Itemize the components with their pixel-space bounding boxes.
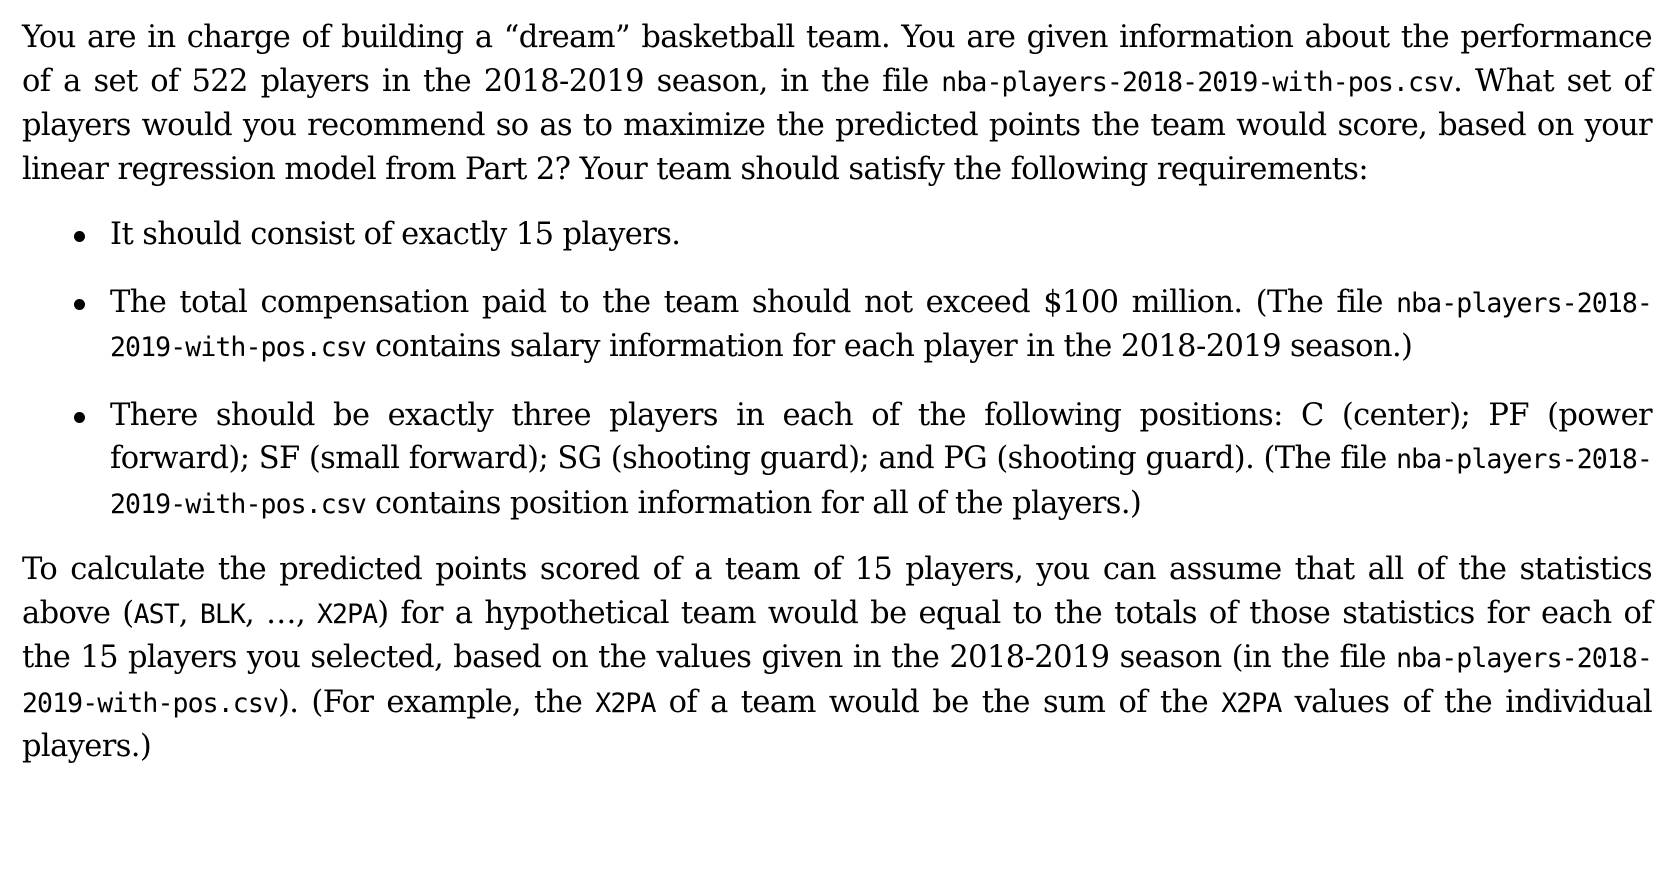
requirements-list: It should consist of exactly 15 players.… (22, 213, 1653, 527)
closing-text-5: ). (For example, the (277, 684, 596, 720)
bullet-dot-icon (74, 411, 85, 423)
stat-code-x2pa: X2PA (595, 687, 656, 719)
intro-filename: nba-players-2018-2019-with-pos.csv (941, 66, 1454, 98)
requirement-text: The total compensation paid to the team … (110, 284, 1397, 320)
bullet-dot-icon (74, 231, 85, 242)
intro-paragraph: You are in charge of building a “dream” … (22, 16, 1653, 191)
closing-paragraph: To calculate the predicted points scored… (22, 548, 1653, 769)
requirement-item-team-size: It should consist of exactly 15 players. (22, 213, 1652, 257)
document-page: You are in charge of building a “dream” … (22, 16, 1653, 769)
stat-code-ast: AST (133, 598, 180, 630)
stat-code-blk: BLK (199, 598, 246, 630)
requirement-text: contains salary information for each pla… (365, 329, 1413, 364)
requirement-text: It should consist of exactly 15 players. (110, 217, 681, 252)
requirement-item-positions: There should be exactly three players in… (22, 394, 1653, 527)
requirement-text: contains position information for all of… (365, 485, 1142, 521)
closing-text-2: , (178, 595, 200, 631)
closing-text-6: of a team would be the sum of the (655, 684, 1222, 720)
stat-code-x2pa: X2PA (1221, 687, 1282, 719)
bullet-dot-icon (74, 298, 85, 310)
stat-code-x2pa: X2PA (317, 598, 378, 630)
requirement-item-salary-cap: The total compensation paid to the team … (22, 281, 1653, 370)
closing-text-3: , …, (245, 595, 317, 631)
